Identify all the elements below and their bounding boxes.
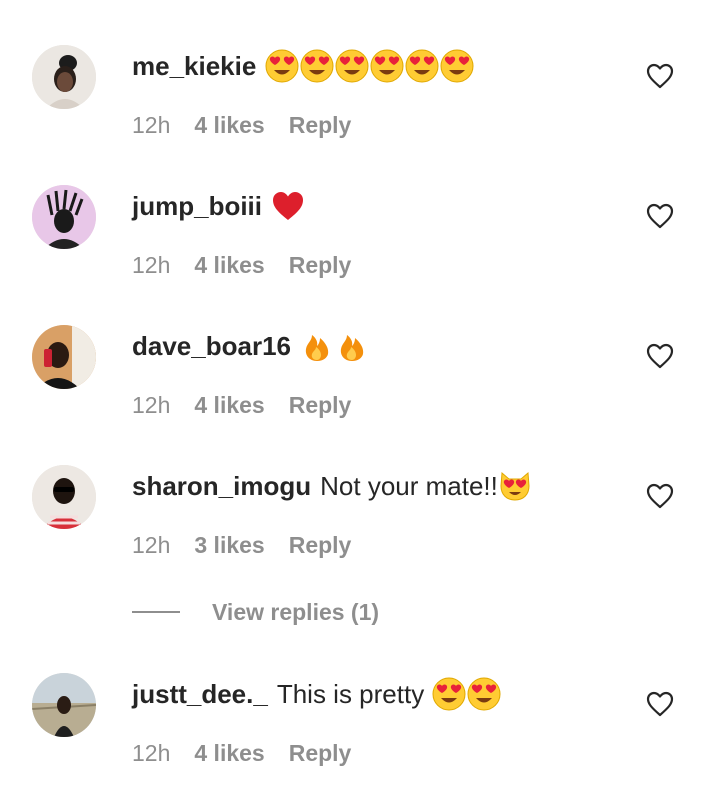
view-replies-label: View replies (1) bbox=[212, 598, 380, 625]
heart-eyes-emoji-icon bbox=[265, 49, 299, 83]
comments-list: me_kiekie 12h 4 likes Reply jump_boiii 1… bbox=[0, 0, 720, 787]
avatar-image bbox=[32, 45, 96, 109]
avatar[interactable] bbox=[32, 325, 96, 389]
comment-time: 12h bbox=[132, 739, 171, 766]
avatar[interactable] bbox=[32, 465, 96, 529]
heart-eyes-emoji-icon bbox=[432, 677, 466, 711]
heart-outline-icon[interactable] bbox=[646, 691, 674, 717]
avatar[interactable] bbox=[32, 45, 96, 109]
comment-time: 12h bbox=[132, 251, 171, 278]
heart-outline-icon[interactable] bbox=[646, 63, 674, 89]
comment-time: 12h bbox=[132, 531, 171, 558]
comment-username[interactable]: dave_boar16 bbox=[132, 331, 291, 362]
comment-username[interactable]: me_kiekie bbox=[132, 51, 256, 82]
avatar-image bbox=[32, 325, 96, 389]
heart-eyes-emoji-icon bbox=[335, 49, 369, 83]
comment-time: 12h bbox=[132, 391, 171, 418]
comment-item: sharon_imogu Not your mate!! 12h 3 likes… bbox=[0, 420, 720, 558]
comment-emojis bbox=[498, 469, 533, 503]
comment-item: dave_boar16 12h 4 likes Reply bbox=[0, 280, 720, 418]
comment-emojis bbox=[300, 329, 370, 363]
heart-eyes-cat-emoji-icon bbox=[500, 471, 530, 501]
comment-item: jump_boiii 12h 4 likes Reply bbox=[0, 140, 720, 278]
fire-emoji-icon bbox=[305, 335, 329, 361]
avatar-image bbox=[32, 673, 96, 737]
reply-button[interactable]: Reply bbox=[289, 392, 352, 419]
heart-eyes-emoji-icon bbox=[440, 49, 474, 83]
comment-likes[interactable]: 4 likes bbox=[194, 112, 264, 139]
reply-button[interactable]: Reply bbox=[289, 532, 352, 559]
comment-likes[interactable]: 4 likes bbox=[194, 252, 264, 279]
comment-item: me_kiekie 12h 4 likes Reply bbox=[0, 0, 720, 138]
comment-likes[interactable]: 4 likes bbox=[194, 740, 264, 767]
heart-outline-icon[interactable] bbox=[646, 343, 674, 369]
heart-eyes-emoji-icon bbox=[370, 49, 404, 83]
comment-text: This is pretty bbox=[276, 678, 425, 709]
heart-eyes-emoji-icon bbox=[300, 49, 334, 83]
comment-username[interactable]: justt_dee._ bbox=[132, 679, 268, 710]
comment-likes[interactable]: 4 likes bbox=[194, 392, 264, 419]
comment-line: dave_boar16 bbox=[132, 326, 370, 366]
comment-text: Not your mate!! bbox=[320, 470, 498, 501]
reply-button[interactable]: Reply bbox=[289, 252, 352, 279]
comment-likes[interactable]: 3 likes bbox=[194, 532, 264, 559]
reply-button[interactable]: Reply bbox=[289, 740, 352, 767]
view-replies-button[interactable]: View replies (1) bbox=[132, 597, 379, 627]
comment-meta: 12h 4 likes Reply bbox=[132, 250, 351, 280]
fire-emoji-icon bbox=[340, 335, 364, 361]
comment-line: me_kiekie bbox=[132, 46, 475, 86]
comment-line: sharon_imogu Not your mate!! bbox=[132, 466, 533, 506]
comment-item: justt_dee._ This is pretty 12h 4 likes R… bbox=[0, 628, 720, 766]
comment-meta: 12h 3 likes Reply bbox=[132, 530, 351, 560]
heart-eyes-emoji-icon bbox=[405, 49, 439, 83]
avatar[interactable] bbox=[32, 673, 96, 737]
heart-outline-icon[interactable] bbox=[646, 483, 674, 509]
comment-emojis bbox=[265, 49, 475, 83]
heart-eyes-emoji-icon bbox=[467, 677, 501, 711]
avatar-image bbox=[32, 185, 96, 249]
comment-meta: 12h 4 likes Reply bbox=[132, 110, 351, 140]
avatar[interactable] bbox=[32, 185, 96, 249]
comment-username[interactable]: jump_boiii bbox=[132, 191, 262, 222]
reply-button[interactable]: Reply bbox=[289, 112, 352, 139]
comment-line: justt_dee._ This is pretty bbox=[132, 674, 502, 714]
avatar-image bbox=[32, 465, 96, 529]
divider bbox=[132, 611, 180, 613]
heart-outline-icon[interactable] bbox=[646, 203, 674, 229]
comment-line: jump_boiii bbox=[132, 186, 306, 226]
red-heart-emoji-icon bbox=[273, 192, 303, 220]
comment-emojis bbox=[271, 189, 306, 223]
comment-meta: 12h 4 likes Reply bbox=[132, 390, 351, 420]
comment-meta: 12h 4 likes Reply bbox=[132, 738, 351, 768]
comment-username[interactable]: sharon_imogu bbox=[132, 471, 311, 502]
comment-emojis bbox=[432, 677, 502, 711]
comment-time: 12h bbox=[132, 111, 171, 138]
